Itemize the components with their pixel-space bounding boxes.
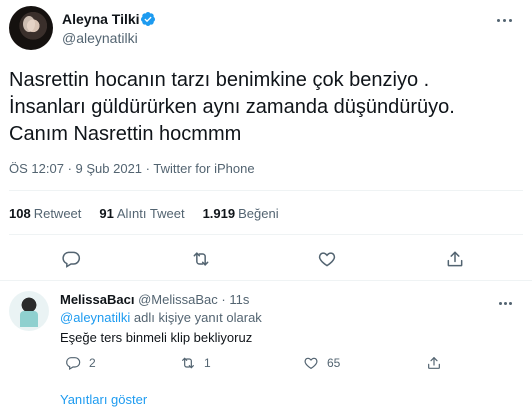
reply-share-button[interactable] [426,353,442,373]
tweet-action-bar [0,246,532,272]
tweet-text-line: Canım Nasrettin hocmmm [9,123,242,145]
show-replies-link[interactable]: Yanıtları göster [60,392,147,407]
retweets-count: 108 [9,206,31,221]
reply-author-name[interactable]: MelissaBacı [60,292,134,307]
author-name[interactable]: Aleyna Tilki [62,11,140,27]
author-avatar[interactable] [9,6,53,50]
reply-reply-button[interactable]: 2 [65,353,96,373]
reply-to-mention[interactable]: @aleynatilki [60,310,130,325]
reply-like-count: 65 [327,356,341,370]
retweets-stat[interactable]: 108 Retweet [9,206,81,221]
tweet-source[interactable]: Twitter for iPhone [153,161,254,176]
reply-to-suffix: adlı kişiye yanıt olarak [133,310,262,325]
tweet-page: Aleyna Tilki @aleynatilki Nasrettin hoca… [0,0,532,411]
retweet-icon [193,252,209,266]
reply-author-handle[interactable]: @MelissaBac [138,292,218,307]
reply-action-bar: 2 1 65 [0,353,532,373]
like-icon [318,252,336,267]
tweet-meta: ÖS 12:07 · 9 Şub 2021 · Twitter for iPho… [9,161,255,176]
tweet-stats: 108 Retweet 91 Alıntı Tweet 1.919 Beğeni [9,206,279,221]
tweet-text-line: İnsanları güldürürken aynı zamanda düşün… [9,96,455,118]
tweet-time[interactable]: ÖS 12:07 [9,161,64,176]
reply-retweet-button[interactable]: 1 [180,353,211,373]
reply-retweet-count: 1 [204,356,211,370]
divider [0,280,532,281]
reply-separator: · [221,292,226,307]
quotes-label: Alıntı Tweet [116,206,185,221]
reply-icon [66,357,81,371]
likes-label: Beğeni [238,206,279,221]
retweet-button[interactable] [188,246,214,272]
likes-stat[interactable]: 1.919 Beğeni [203,206,279,221]
tweet-text-line: Nasrettin hocanın tarzı benimkine çok be… [9,69,430,91]
meta-separator: · [67,161,72,176]
share-icon [428,357,440,369]
likes-count: 1.919 [202,206,236,221]
tweet-text: Nasrettin hocanın tarzı benimkine çok be… [9,67,524,148]
like-button[interactable] [314,246,340,272]
share-button[interactable] [442,246,468,272]
quotes-count: 91 [99,206,114,221]
quotes-stat[interactable]: 91 Alıntı Tweet [99,206,184,221]
more-icon[interactable] [493,12,515,28]
share-icon [447,251,463,267]
retweet-icon [182,357,194,369]
like-icon [304,357,318,370]
author-handle[interactable]: @aleynatilki [62,30,138,46]
verified-icon [140,12,155,26]
retweets-label: Retweet [33,206,82,221]
tweet-date[interactable]: 9 Şub 2021 [76,161,143,176]
reply-author-avatar[interactable] [9,291,49,331]
reply-text: Eşeğe ters binmeli klip bekliyoruz [60,330,253,345]
reply-more-icon[interactable] [496,296,514,310]
meta-separator: · [145,161,151,176]
reply-icon [62,251,81,268]
replying-to: @aleynatilki adlı kişiye yanıt olarak [60,310,262,325]
divider [9,190,523,191]
divider [9,234,523,235]
reply-header: MelissaBacı @MelissaBac · 11s [60,292,249,307]
reply-reply-count: 2 [89,356,96,370]
reply-time[interactable]: 11s [229,292,249,307]
reply-button[interactable] [58,246,84,272]
reply-like-button[interactable]: 65 [303,353,340,373]
